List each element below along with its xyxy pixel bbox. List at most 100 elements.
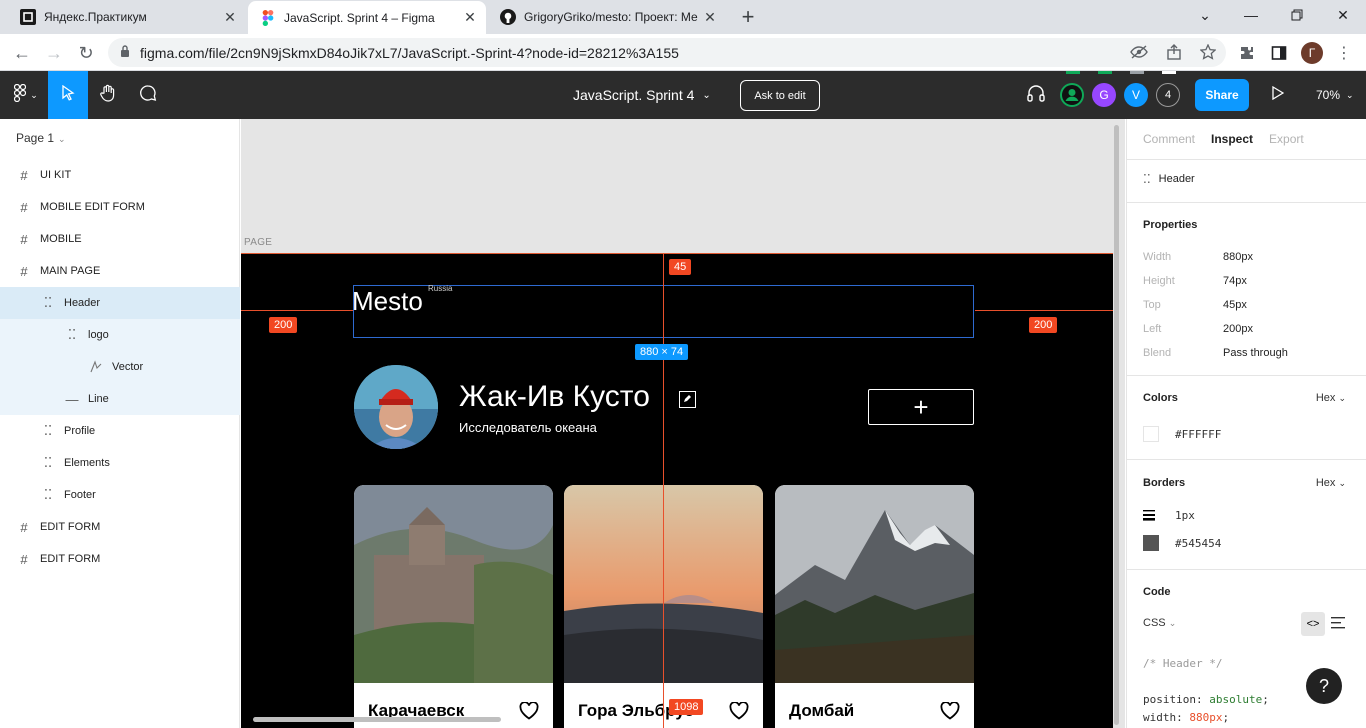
layer-item[interactable]: Vector bbox=[0, 351, 240, 383]
back-icon[interactable]: ← bbox=[9, 40, 35, 66]
layer-item[interactable]: # UI KIT bbox=[0, 159, 240, 191]
layer-item[interactable]: # MOBILE EDIT FORM bbox=[0, 191, 240, 223]
color-swatch[interactable] bbox=[1143, 426, 1159, 442]
minimize-icon[interactable]: — bbox=[1228, 0, 1274, 30]
share-button[interactable]: Share bbox=[1195, 79, 1249, 111]
divider bbox=[1127, 159, 1366, 160]
property-key: Left bbox=[1143, 323, 1162, 335]
like-heart-icon[interactable] bbox=[940, 701, 960, 720]
zoom-menu[interactable]: 70% ⌄ bbox=[1316, 71, 1354, 119]
border-width-value[interactable]: 1px bbox=[1175, 509, 1195, 522]
browser-menu-icon[interactable]: ⋮ bbox=[1334, 43, 1354, 63]
browser-tab-figma[interactable]: JavaScript. Sprint 4 – Figma ✕ bbox=[248, 1, 486, 34]
close-tab-icon[interactable]: ✕ bbox=[220, 7, 240, 27]
help-button[interactable]: ? bbox=[1306, 668, 1342, 704]
restore-icon[interactable] bbox=[1274, 0, 1320, 30]
code-language-select[interactable]: CSS ⌄ bbox=[1143, 617, 1176, 629]
tab-export[interactable]: Export bbox=[1269, 132, 1304, 146]
browser-tab-github[interactable]: GrigoryGriko/mesto: Проект: Ме ✕ bbox=[488, 0, 726, 34]
code-prop: position: bbox=[1143, 693, 1203, 706]
url-field[interactable]: figma.com/file/2cn9N9jSkmxD84oJik7xL7/Ja… bbox=[108, 38, 1226, 67]
place-card[interactable]: Карачаевск bbox=[354, 485, 553, 728]
canvas-vertical-scrollbar[interactable] bbox=[1114, 125, 1119, 725]
tab-search-icon[interactable]: ⌄ bbox=[1182, 0, 1228, 30]
bookmark-star-icon[interactable] bbox=[1199, 43, 1217, 65]
page-selector[interactable]: Page 1 ⌄ bbox=[16, 131, 66, 145]
property-value[interactable]: 880px bbox=[1223, 251, 1253, 263]
browser-profile-avatar[interactable]: Г bbox=[1301, 42, 1323, 64]
measure-right-tag: 200 bbox=[1029, 317, 1058, 333]
hand-tool-button[interactable] bbox=[88, 71, 128, 119]
frame-icon: # bbox=[20, 263, 28, 279]
collaborator-avatar[interactable] bbox=[1060, 83, 1084, 107]
layer-item[interactable]: # EDIT FORM bbox=[0, 543, 240, 575]
collaborator-avatar[interactable]: V bbox=[1124, 83, 1148, 107]
code-comment: /* Header */ bbox=[1143, 657, 1223, 670]
reload-icon[interactable]: ↻ bbox=[73, 40, 99, 66]
more-collaborators-count[interactable]: 4 bbox=[1156, 83, 1180, 107]
tab-comment[interactable]: Comment bbox=[1143, 132, 1195, 146]
border-color-swatch[interactable] bbox=[1143, 535, 1159, 551]
add-card-button[interactable]: + bbox=[868, 389, 974, 425]
layer-item[interactable]: — Line bbox=[0, 383, 240, 415]
layer-item[interactable]: # EDIT FORM bbox=[0, 511, 240, 543]
present-button[interactable] bbox=[1258, 71, 1298, 119]
group-icon: ⁚⁚ bbox=[1143, 172, 1151, 186]
profile-avatar[interactable] bbox=[354, 365, 438, 449]
close-window-icon[interactable]: ✕ bbox=[1320, 0, 1366, 30]
tab-inspect[interactable]: Inspect bbox=[1211, 132, 1253, 146]
property-value[interactable]: 200px bbox=[1223, 323, 1253, 335]
canvas-horizontal-scrollbar[interactable] bbox=[253, 717, 501, 722]
figma-main-menu-button[interactable]: ⌄ bbox=[4, 71, 48, 119]
layer-item[interactable]: ⁚⁚ logo bbox=[0, 319, 240, 351]
border-hex-value[interactable]: #545454 bbox=[1175, 537, 1221, 550]
eye-off-icon[interactable] bbox=[1130, 44, 1148, 65]
code-prop: width: bbox=[1143, 711, 1183, 724]
layer-item[interactable]: ⁚⁚ Profile bbox=[0, 415, 240, 447]
audio-chat-button[interactable] bbox=[1016, 71, 1056, 119]
extensions-icon[interactable] bbox=[1237, 43, 1257, 63]
main-page-frame[interactable]: Mesto Russia Жак-Ив Кусто Исследователь … bbox=[241, 253, 1113, 728]
layer-item-selected[interactable]: ⁚⁚ Header bbox=[0, 287, 240, 319]
browser-tab-practicum[interactable]: Яндекс.Практикум ✕ bbox=[8, 0, 246, 34]
side-panel-icon[interactable] bbox=[1269, 43, 1289, 63]
layer-item[interactable]: ⁚⁚ Footer bbox=[0, 479, 240, 511]
list-view-icon[interactable] bbox=[1331, 616, 1345, 634]
edit-profile-button[interactable] bbox=[679, 391, 696, 408]
document-title-menu[interactable]: JavaScript. Sprint 4 ⌄ bbox=[573, 71, 711, 119]
code-title: Code bbox=[1143, 586, 1171, 598]
ask-to-edit-button[interactable]: Ask to edit bbox=[740, 80, 820, 111]
selected-layer-name: Header bbox=[1158, 173, 1195, 185]
presence-indicator bbox=[1130, 71, 1144, 74]
design-canvas[interactable]: PAGE Mesto Russia Жак-Ив Кусто Исследова… bbox=[241, 119, 1125, 728]
collaborator-avatar[interactable]: G bbox=[1092, 83, 1116, 107]
layer-label: EDIT FORM bbox=[40, 553, 101, 565]
card-photo[interactable] bbox=[354, 485, 553, 683]
close-tab-icon[interactable]: ✕ bbox=[700, 7, 720, 27]
color-hex-value[interactable]: #FFFFFF bbox=[1175, 428, 1221, 441]
frame-label[interactable]: PAGE bbox=[244, 237, 272, 248]
comment-tool-button[interactable] bbox=[128, 71, 168, 119]
share-page-icon[interactable] bbox=[1166, 44, 1182, 65]
panel-tabs: Comment Inspect Export bbox=[1143, 132, 1304, 146]
close-tab-icon[interactable]: ✕ bbox=[460, 8, 480, 28]
code-view-icon[interactable]: <> bbox=[1301, 612, 1325, 636]
layer-item[interactable]: # MAIN PAGE bbox=[0, 255, 240, 287]
border-format-select[interactable]: Hex ⌄ bbox=[1316, 477, 1346, 489]
profile-description: Исследователь океана bbox=[459, 420, 597, 435]
property-value[interactable]: Pass through bbox=[1223, 347, 1288, 359]
color-format-select[interactable]: Hex ⌄ bbox=[1316, 392, 1346, 404]
place-card[interactable]: Домбай bbox=[775, 485, 974, 728]
layer-label: UI KIT bbox=[40, 169, 72, 181]
layer-item[interactable]: ⁚⁚ Elements bbox=[0, 447, 240, 479]
group-icon: ⁚⁚ bbox=[67, 327, 77, 342]
property-value[interactable]: 74px bbox=[1223, 275, 1247, 287]
card-photo[interactable] bbox=[775, 485, 974, 683]
layer-item[interactable]: # MOBILE bbox=[0, 223, 240, 255]
property-value[interactable]: 45px bbox=[1223, 299, 1247, 311]
like-heart-icon[interactable] bbox=[729, 701, 749, 720]
move-tool-button[interactable] bbox=[48, 71, 88, 119]
forward-icon[interactable]: → bbox=[41, 40, 67, 66]
like-heart-icon[interactable] bbox=[519, 701, 539, 720]
new-tab-button[interactable]: + bbox=[736, 4, 760, 29]
